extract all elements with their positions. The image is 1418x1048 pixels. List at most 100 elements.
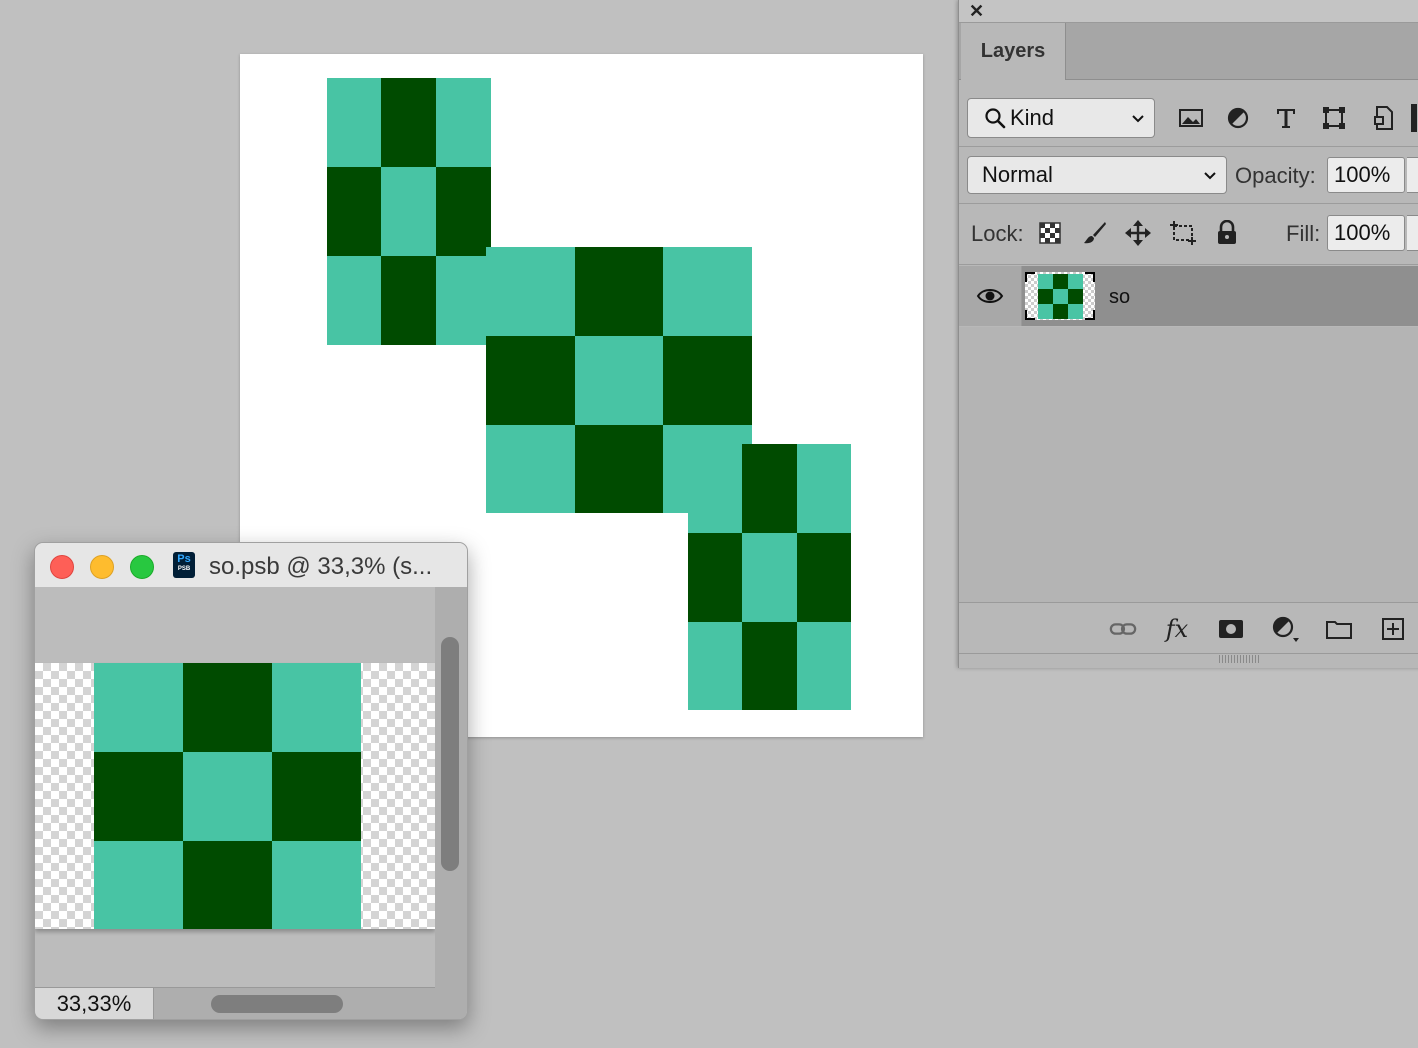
smart-object-image <box>35 663 435 929</box>
blend-mode-select[interactable]: Normal <box>967 156 1227 194</box>
fill-label: Fill: <box>1286 221 1321 246</box>
checker-cell <box>575 247 663 336</box>
lock-transparent-pixels-icon[interactable] <box>1036 219 1064 247</box>
new-group-icon[interactable] <box>1325 615 1353 643</box>
blend-mode-label: Normal <box>982 162 1053 187</box>
image-filter-icon[interactable] <box>1177 104 1205 132</box>
thumbnail-cell <box>1068 289 1083 304</box>
checker-cell <box>381 78 436 167</box>
checker-cell <box>486 425 575 513</box>
document-title: so.psb @ 33,3% (s... <box>209 553 433 580</box>
checker-cell <box>575 425 663 513</box>
document-title-bar[interactable]: Ps PSB so.psb @ 33,3% (s... <box>35 543 467 588</box>
thumbnail-cell <box>1053 304 1068 319</box>
checker-cell <box>183 841 272 929</box>
checker-cell <box>797 533 851 622</box>
chevron-down-icon <box>1132 115 1144 123</box>
fill-dropdown-chevron-icon[interactable] <box>1407 215 1418 251</box>
lock-artboard-icon[interactable] <box>1169 219 1197 247</box>
checker-cell <box>742 622 797 710</box>
photoshop-file-icon: Ps PSB <box>173 552 195 578</box>
checker-cell <box>272 752 361 841</box>
opacity-field[interactable]: 100% <box>1327 157 1405 193</box>
checker-cell <box>688 444 742 533</box>
checker-cell <box>688 622 742 710</box>
thumbnail-cell <box>1053 274 1068 289</box>
checker-cell <box>797 444 851 533</box>
checker-cell <box>94 663 183 752</box>
panel-title-bar: ✕ <box>959 0 1418 23</box>
checker-block-1 <box>327 78 491 345</box>
zoom-window-button[interactable] <box>130 555 154 579</box>
checker-cell <box>327 167 381 256</box>
eye-icon <box>976 289 1004 303</box>
thumbnail-cell <box>1068 274 1083 289</box>
tab-layers[interactable]: Layers <box>961 23 1066 80</box>
layer-name[interactable]: so <box>1109 286 1130 309</box>
lock-image-pixels-icon[interactable] <box>1081 219 1109 247</box>
layer-visibility-toggle[interactable] <box>959 266 1022 326</box>
horizontal-scroll-thumb[interactable] <box>211 995 343 1013</box>
checker-cell <box>436 167 491 256</box>
new-layer-icon[interactable] <box>1379 615 1407 643</box>
new-adjustment-layer-icon[interactable] <box>1271 615 1299 643</box>
document-window: Ps PSB so.psb @ 33,3% (s... 33,33% <box>34 542 468 1020</box>
checker-cell <box>94 752 183 841</box>
opacity-label: Opacity: <box>1235 163 1316 188</box>
lock-all-icon[interactable] <box>1213 219 1241 247</box>
checker-cell <box>575 336 663 425</box>
thumbnail-cell <box>1038 274 1053 289</box>
checker-cell <box>688 533 742 622</box>
checker-cell <box>272 663 361 752</box>
layer-row[interactable]: so <box>959 266 1418 326</box>
checker-cell <box>797 622 851 710</box>
fx-icon[interactable]: fx <box>1163 615 1191 643</box>
close-panel-icon[interactable]: ✕ <box>969 1 984 21</box>
vertical-scrollbar[interactable] <box>435 587 467 987</box>
document-viewport[interactable] <box>35 587 435 987</box>
thumbnail-cell <box>1068 304 1083 319</box>
ps-badge-text: Ps <box>177 553 191 565</box>
minimize-window-button[interactable] <box>90 555 114 579</box>
checker-cell <box>742 533 797 622</box>
checker-cell <box>272 841 361 929</box>
layers-panel-toolbar: fx <box>959 602 1418 654</box>
search-icon <box>985 108 1006 129</box>
thumbnail-cell <box>1038 289 1053 304</box>
checker-block-doc <box>94 663 361 929</box>
add-mask-icon[interactable] <box>1217 615 1245 643</box>
checker-cell <box>436 78 491 167</box>
fill-field[interactable]: 100% <box>1327 215 1405 251</box>
checker-cell <box>327 256 381 345</box>
checker-cell <box>183 752 272 841</box>
layer-thumbnail[interactable] <box>1025 272 1095 320</box>
scrollbar-corner <box>435 987 467 1019</box>
chevron-down-icon <box>1204 172 1216 180</box>
status-bar: 33,33% <box>35 987 435 1019</box>
close-window-button[interactable] <box>50 555 74 579</box>
kind-filter-select[interactable]: Kind <box>967 98 1155 138</box>
checker-cell <box>381 256 436 345</box>
type-filter-icon[interactable] <box>1272 104 1300 132</box>
opacity-dropdown-chevron-icon[interactable] <box>1407 157 1418 193</box>
lock-position-icon[interactable] <box>1124 219 1152 247</box>
kind-filter-label: Kind <box>1010 105 1055 130</box>
checker-cell <box>486 336 575 425</box>
checker-block-3 <box>688 444 851 710</box>
psb-badge-text: PSB <box>177 566 191 572</box>
link-layers-icon[interactable] <box>1109 615 1137 643</box>
checker-cell <box>663 247 752 336</box>
panel-resize-grip[interactable] <box>1219 655 1259 663</box>
filter-toggle-icon[interactable] <box>1411 104 1417 132</box>
layers-panel: ✕ Layers Kind Normal Opacity: 100% Lock: <box>958 0 1418 668</box>
adjustment-filter-icon[interactable] <box>1224 104 1252 132</box>
checker-cell <box>663 336 752 425</box>
shape-filter-icon[interactable] <box>1320 104 1348 132</box>
checker-cell <box>381 167 436 256</box>
panel-tab-row: Layers <box>959 23 1418 80</box>
lock-label: Lock: <box>971 221 1024 246</box>
vertical-scroll-thumb[interactable] <box>441 637 459 871</box>
zoom-level-field[interactable]: 33,33% <box>35 988 154 1019</box>
smart-object-filter-icon[interactable] <box>1369 104 1397 132</box>
thumbnail-cell <box>1053 289 1068 304</box>
